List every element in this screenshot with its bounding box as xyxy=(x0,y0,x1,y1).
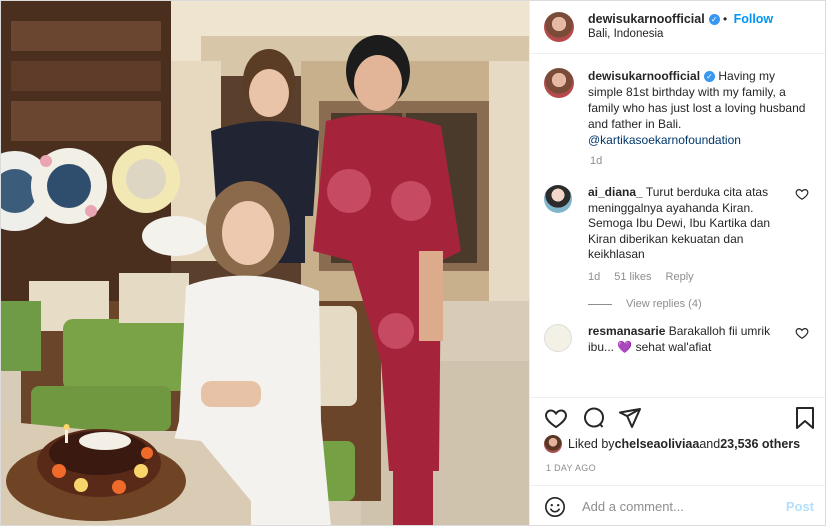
flower-wreath-middle xyxy=(31,148,107,224)
view-replies-label: View replies (4) xyxy=(626,298,702,310)
follow-button[interactable]: Follow xyxy=(734,12,774,26)
like-heart-icon[interactable] xyxy=(544,406,568,430)
caption: dewisukarnoofficial ✓ Having my simple 81… xyxy=(544,68,813,148)
add-comment-bar: Post xyxy=(530,485,825,525)
comment-likes[interactable]: 51 likes xyxy=(614,271,651,283)
replies-divider-line xyxy=(588,303,612,305)
flower-wreath-right xyxy=(112,145,180,213)
header-text: dewisukarnoofficial ✓ • Follow Bali, Indo… xyxy=(588,12,773,42)
commenter-avatar[interactable] xyxy=(544,324,572,352)
comment-input[interactable] xyxy=(582,499,786,514)
post-photo[interactable] xyxy=(1,1,529,525)
likes-summary: Liked by chelseaoliviaa and 23,536 other… xyxy=(544,435,800,453)
caption-verified-badge-icon: ✓ xyxy=(704,71,716,82)
comment-like-heart-icon[interactable] xyxy=(795,326,809,340)
author-avatar[interactable] xyxy=(544,12,574,42)
post-header: dewisukarnoofficial ✓ • Follow Bali, Indo… xyxy=(530,1,825,54)
post-comment-button[interactable]: Post xyxy=(786,499,814,514)
liked-by-prefix: Liked by xyxy=(568,437,615,451)
comment-meta: 1d 51 likes Reply xyxy=(588,270,794,286)
commenter-username[interactable]: ai_diana_ xyxy=(588,185,643,199)
comment-age: 1d xyxy=(588,270,601,283)
commenter-username[interactable]: resmanasarie xyxy=(588,324,665,338)
post-actions-bar xyxy=(530,397,825,437)
family-birthday-photo xyxy=(1,1,529,525)
comment-body: resmanasarie Barakalloh fii umrik ibu...… xyxy=(588,324,794,355)
liked-by-mid: and xyxy=(699,437,721,451)
liked-by-count[interactable]: 23,536 others xyxy=(720,437,800,451)
caption-age: 1d xyxy=(590,155,603,167)
caption-username[interactable]: dewisukarnoofficial xyxy=(588,69,700,83)
verified-badge-icon: ✓ xyxy=(708,14,720,25)
dot-separator: • xyxy=(719,12,731,26)
comment-body: ai_diana_ Turut berduka cita atas mening… xyxy=(588,185,794,285)
comment-like-heart-icon[interactable] xyxy=(795,187,809,201)
share-paper-plane-icon[interactable] xyxy=(618,406,642,430)
author-username[interactable]: dewisukarnoofficial xyxy=(588,12,705,26)
caption-mention-link[interactable]: @kartikasoekarnofoundation xyxy=(588,133,741,147)
commenter-avatar[interactable] xyxy=(544,185,572,213)
caption-text: dewisukarnoofficial ✓ Having my simple 81… xyxy=(588,68,806,148)
instagram-post-window: dewisukarnoofficial ✓ • Follow Bali, Indo… xyxy=(0,0,826,526)
liker-avatar[interactable] xyxy=(544,435,562,453)
save-bookmark-icon[interactable] xyxy=(794,406,816,430)
post-details-panel: dewisukarnoofficial ✓ • Follow Bali, Indo… xyxy=(529,1,825,525)
reply-button[interactable]: Reply xyxy=(666,271,694,283)
comment-item: resmanasarie Barakalloh fii umrik ibu...… xyxy=(544,324,813,355)
view-replies-button[interactable]: View replies (4) xyxy=(588,298,813,310)
comments-section[interactable]: dewisukarnoofficial ✓ Having my simple 81… xyxy=(530,54,825,397)
caption-author-avatar[interactable] xyxy=(544,68,574,98)
post-date: 1 DAY AGO xyxy=(546,463,596,473)
comment-bubble-icon[interactable] xyxy=(582,406,606,430)
post-location[interactable]: Bali, Indonesia xyxy=(588,27,773,42)
comment-item: ai_diana_ Turut berduka cita atas mening… xyxy=(544,185,813,285)
liked-by-user[interactable]: chelseaoliviaa xyxy=(615,437,700,451)
emoji-smiley-icon[interactable] xyxy=(544,496,566,518)
